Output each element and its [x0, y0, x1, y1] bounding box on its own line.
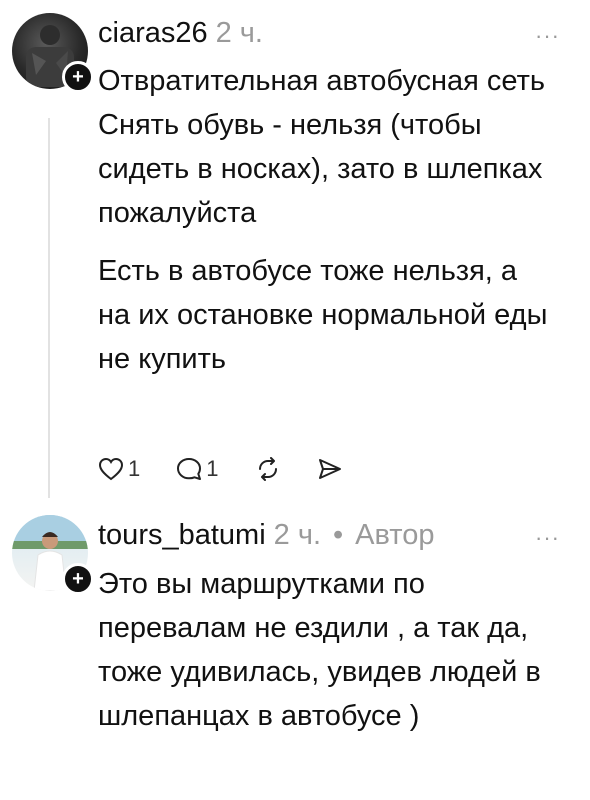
timestamp: 2 ч. — [215, 17, 263, 49]
repost-button[interactable] — [255, 457, 281, 481]
comment-bubble-icon — [177, 458, 202, 480]
avatar-wrap[interactable]: + — [12, 13, 94, 93]
like-button[interactable]: 1 — [98, 456, 140, 482]
comment-header: tours_batumi 2 ч. • Автор — [98, 519, 435, 552]
comment-body: Это вы маршрутками по перевалам не ездил… — [98, 562, 548, 738]
thread-line — [48, 118, 50, 498]
heart-icon — [98, 457, 124, 481]
avatar-wrap[interactable]: + — [12, 515, 94, 595]
comment-paragraph: Это вы маршрутками по перевалам не ездил… — [98, 568, 541, 732]
comment-body: Отвратительная автобусная сеть Снять обу… — [98, 59, 548, 381]
more-options-icon[interactable]: ··· — [535, 525, 560, 551]
follow-plus-icon[interactable]: + — [62, 563, 94, 595]
author-badge: Автор — [355, 519, 435, 551]
repost-icon — [258, 457, 277, 481]
timestamp: 2 ч. — [273, 519, 322, 551]
follow-plus-icon[interactable]: + — [62, 61, 94, 93]
share-button[interactable] — [317, 457, 343, 481]
reply-count: 1 — [206, 456, 219, 481]
reply-button[interactable]: 1 — [176, 456, 219, 482]
send-icon — [318, 459, 341, 479]
comment-paragraph: Отвратительная автобусная сеть Снять обу… — [98, 65, 545, 229]
comment-header: ciaras26 2 ч. — [98, 17, 263, 50]
comment-paragraph: Есть в автобусе тоже нельзя, а на их ост… — [98, 255, 548, 375]
like-count: 1 — [128, 456, 141, 481]
comment-actions: 1 1 — [98, 456, 379, 482]
username[interactable]: tours_batumi — [98, 519, 266, 551]
separator: • — [333, 519, 344, 551]
more-options-icon[interactable]: ··· — [535, 23, 560, 49]
username[interactable]: ciaras26 — [98, 17, 208, 49]
